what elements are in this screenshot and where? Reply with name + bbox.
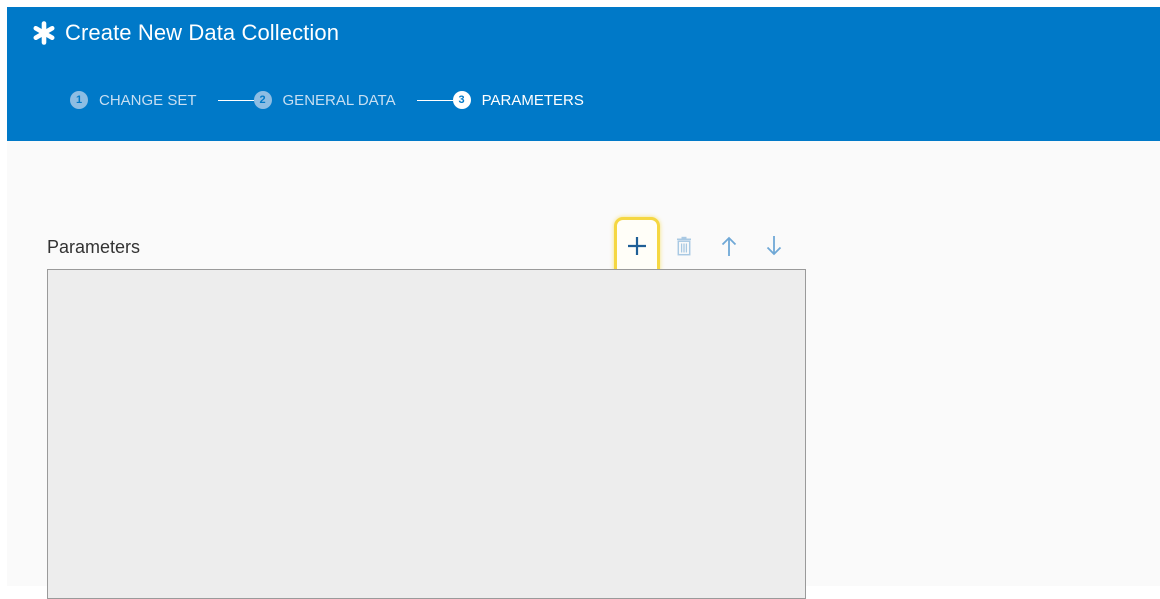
wizard-steps: 1 CHANGE SET 2 GENERAL DATA 3 PARAMETERS — [70, 89, 584, 111]
step-connector — [416, 99, 453, 101]
delete-parameter-button[interactable] — [672, 233, 696, 263]
arrow-down-icon — [766, 235, 782, 260]
wizard-step-general-data[interactable]: 2 GENERAL DATA — [253, 91, 396, 109]
trash-icon — [675, 236, 693, 259]
step-number: 1 — [70, 91, 88, 109]
step-number: 2 — [253, 91, 272, 109]
parameters-list[interactable] — [47, 269, 806, 599]
asterisk-icon — [31, 20, 57, 46]
move-up-button[interactable] — [717, 233, 741, 263]
step-label: GENERAL DATA — [282, 91, 396, 109]
wizard-step-parameters[interactable]: 3 PARAMETERS — [452, 91, 584, 109]
step-label: CHANGE SET — [99, 91, 197, 109]
dialog-header: Create New Data Collection 1 CHANGE SET … — [7, 7, 1160, 141]
wizard-step-change-set[interactable]: 1 CHANGE SET — [70, 91, 197, 109]
page-title: Create New Data Collection — [65, 20, 340, 45]
step-number: 3 — [452, 91, 471, 109]
step-connector — [217, 99, 254, 101]
parameters-label: Parameters — [47, 237, 141, 257]
move-down-button[interactable] — [762, 233, 786, 263]
title-row: Create New Data Collection — [31, 19, 339, 47]
step-label: PARAMETERS — [481, 91, 584, 109]
secondary-tools — [672, 233, 786, 263]
dialog-frame: Create New Data Collection 1 CHANGE SET … — [7, 7, 1160, 599]
plus-icon — [626, 235, 648, 260]
arrow-up-icon — [721, 235, 737, 260]
